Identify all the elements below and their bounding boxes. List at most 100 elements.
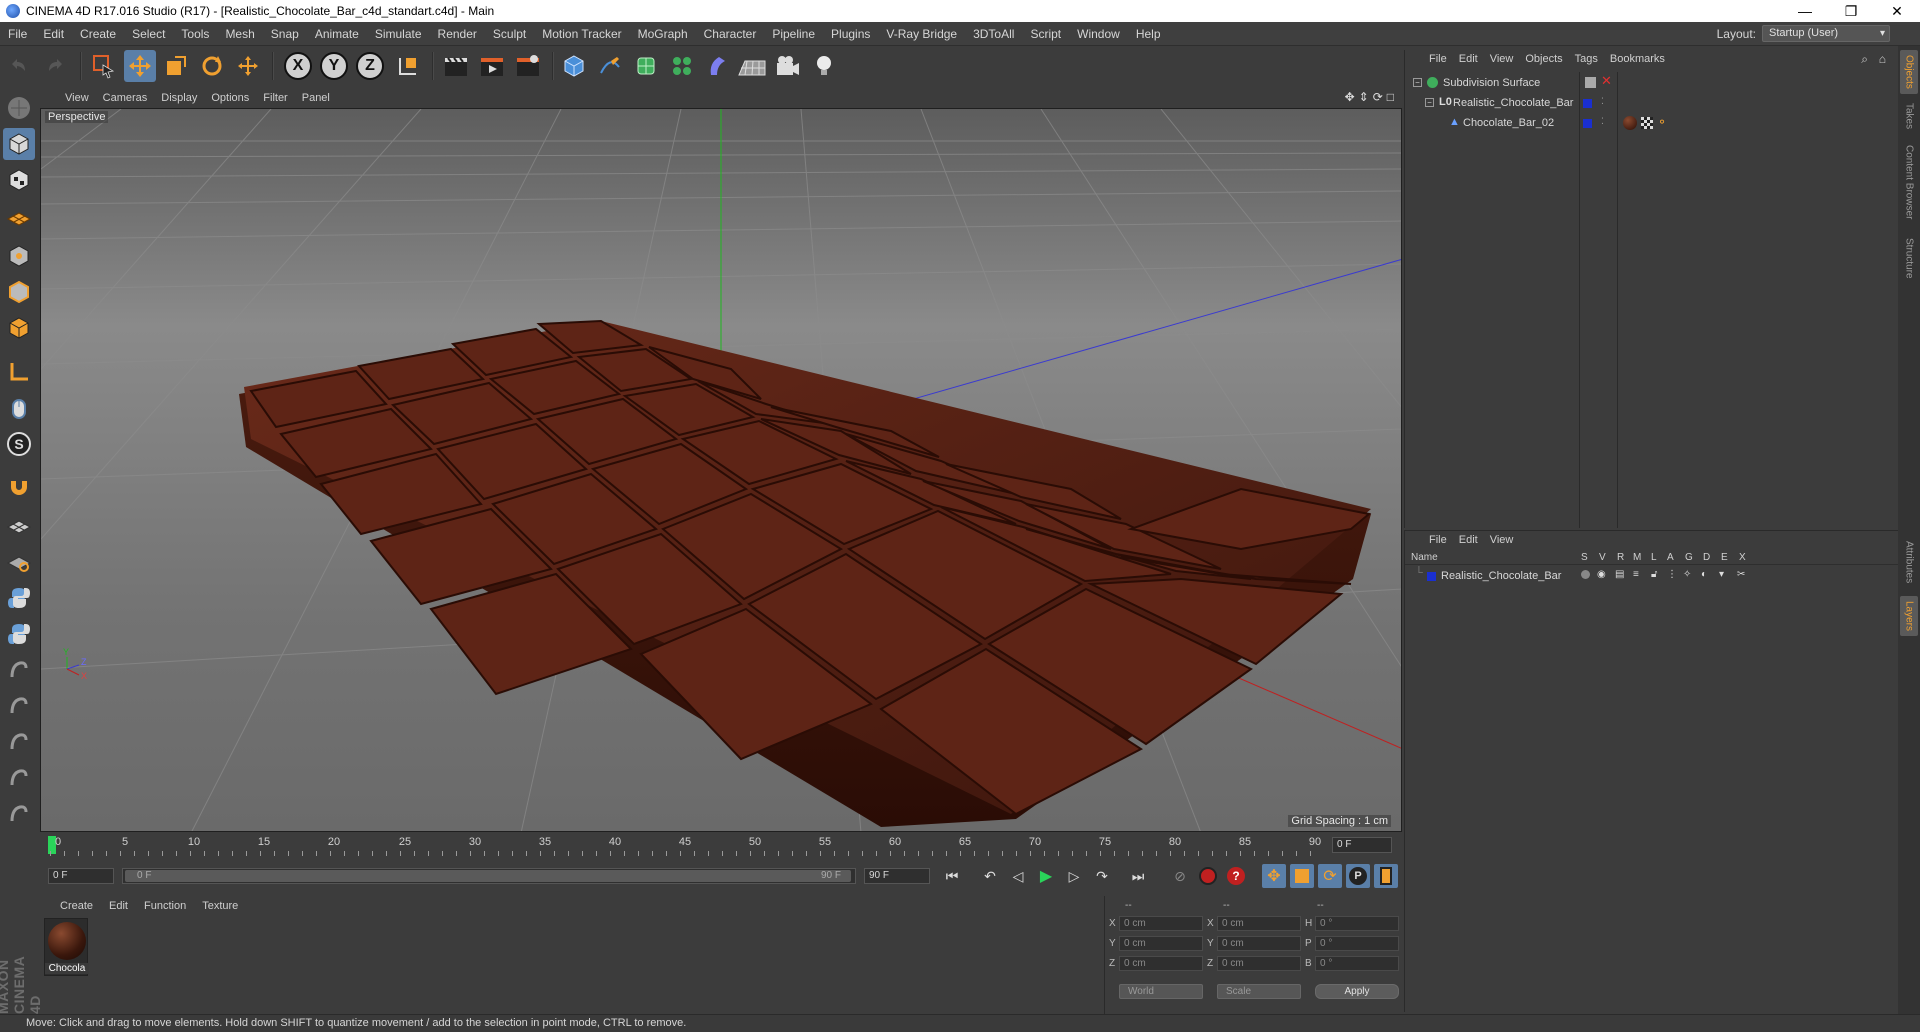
menu-script[interactable]: Script bbox=[1022, 27, 1069, 41]
menu-vray-bridge[interactable]: V-Ray Bridge bbox=[878, 27, 965, 41]
key-position-button[interactable]: ✥ bbox=[1262, 864, 1286, 888]
tab-content-browser[interactable]: Content Browser bbox=[1900, 138, 1918, 226]
object-search-icon[interactable]: ⌕ bbox=[1861, 52, 1868, 67]
material-swatch[interactable]: Chocola bbox=[44, 918, 89, 976]
layer-col-deformers[interactable]: D bbox=[1703, 552, 1710, 563]
viewport-dolly-icon[interactable]: ⇕ bbox=[1359, 90, 1369, 104]
object-home-icon[interactable]: ⌂ bbox=[1879, 52, 1886, 66]
menu-character[interactable]: Character bbox=[696, 27, 765, 41]
menu-3dtoall[interactable]: 3DToAll bbox=[965, 27, 1022, 41]
snap-button[interactable]: S bbox=[3, 428, 35, 460]
pos-y-field[interactable]: 0 cm bbox=[1119, 936, 1203, 951]
viewport-menu-view[interactable]: View bbox=[58, 92, 96, 104]
python-script-button-1[interactable] bbox=[3, 582, 35, 614]
tab-attributes[interactable]: Attributes bbox=[1900, 532, 1918, 592]
menu-mograph[interactable]: MoGraph bbox=[630, 27, 696, 41]
transform-tool-button[interactable] bbox=[232, 50, 264, 82]
floor-button[interactable] bbox=[736, 50, 768, 82]
uvw-tag-icon[interactable] bbox=[1641, 117, 1653, 129]
pos-x-field[interactable]: 0 cm bbox=[1119, 916, 1203, 931]
object-row[interactable]: ▲ Chocolate_Bar_02 ⁚ ⚬ bbox=[1405, 114, 1899, 133]
viewport-pan-icon[interactable]: ✥ bbox=[1345, 90, 1355, 104]
pos-z-field[interactable]: 0 cm bbox=[1119, 956, 1203, 971]
viewport-maximize-icon[interactable]: □ bbox=[1387, 90, 1394, 104]
key-parameter-button[interactable]: P bbox=[1346, 864, 1370, 888]
object-menu-file[interactable]: File bbox=[1423, 53, 1453, 65]
maximize-button[interactable]: ❐ bbox=[1828, 0, 1874, 22]
disabled-x-icon[interactable]: ✕ bbox=[1601, 73, 1612, 89]
layer-checker-icon[interactable] bbox=[1585, 77, 1596, 88]
timeline-window-button[interactable] bbox=[1374, 864, 1398, 888]
material-tag-icon[interactable] bbox=[1623, 116, 1637, 130]
cloner-button[interactable] bbox=[666, 50, 698, 82]
layer-col-animation[interactable]: A bbox=[1667, 552, 1674, 563]
motion-path-button[interactable]: ⊘ bbox=[1168, 864, 1192, 888]
layer-col-expressions[interactable]: E bbox=[1721, 552, 1728, 563]
script-tool-button-5[interactable] bbox=[3, 798, 35, 830]
light-button[interactable] bbox=[808, 50, 840, 82]
apply-button[interactable]: Apply bbox=[1315, 984, 1399, 999]
timeline-ruler[interactable]: 0 5 10 15 20 25 30 35 40 45 50 55 60 65 … bbox=[40, 834, 1402, 856]
material-menu-create[interactable]: Create bbox=[52, 900, 101, 912]
current-frame-field[interactable]: 0 F bbox=[1332, 837, 1392, 853]
menu-plugins[interactable]: Plugins bbox=[823, 27, 878, 41]
material-menu-function[interactable]: Function bbox=[136, 900, 194, 912]
record-keys-button[interactable] bbox=[1196, 864, 1220, 888]
menu-animate[interactable]: Animate bbox=[307, 27, 367, 41]
end-frame-field[interactable]: 90 F bbox=[864, 868, 930, 884]
viewport-menu-cameras[interactable]: Cameras bbox=[96, 92, 155, 104]
render-to-picture-viewer-button[interactable] bbox=[476, 50, 508, 82]
xref-icon[interactable]: ✂ bbox=[1737, 569, 1745, 580]
prev-frame-button[interactable]: ◁ bbox=[1006, 864, 1030, 888]
object-menu-bookmarks[interactable]: Bookmarks bbox=[1604, 53, 1671, 65]
menu-select[interactable]: Select bbox=[124, 27, 173, 41]
python-script-button-2[interactable] bbox=[3, 618, 35, 650]
magnet-button[interactable] bbox=[3, 474, 35, 506]
menu-snap[interactable]: Snap bbox=[263, 27, 307, 41]
menu-simulate[interactable]: Simulate bbox=[367, 27, 430, 41]
menu-tools[interactable]: Tools bbox=[173, 27, 217, 41]
tab-takes[interactable]: Takes bbox=[1900, 98, 1918, 134]
size-z-field[interactable]: 0 cm bbox=[1217, 956, 1301, 971]
coordinate-system-button[interactable] bbox=[392, 50, 424, 82]
object-row[interactable]: − L0 Realistic_Chocolate_Bar ⁚ bbox=[1405, 94, 1899, 113]
script-tool-button-4[interactable] bbox=[3, 762, 35, 794]
goto-start-button[interactable]: ⏮ bbox=[940, 864, 964, 888]
next-frame-button[interactable]: ▷ bbox=[1062, 864, 1086, 888]
object-menu-edit[interactable]: Edit bbox=[1453, 53, 1484, 65]
layer-color-swatch[interactable] bbox=[1583, 119, 1592, 128]
script-tool-button-1[interactable] bbox=[3, 654, 35, 686]
layer-menu-view[interactable]: View bbox=[1484, 534, 1520, 546]
move-tool-button[interactable] bbox=[124, 50, 156, 82]
tab-objects[interactable]: Objects bbox=[1900, 50, 1918, 94]
layer-col-xref[interactable]: X bbox=[1739, 552, 1746, 563]
key-rotation-button[interactable]: ⟳ bbox=[1318, 864, 1342, 888]
edges-mode-button[interactable] bbox=[3, 276, 35, 308]
pen-spline-button[interactable] bbox=[594, 50, 626, 82]
layer-row[interactable]: └ Realistic_Chocolate_Bar ◉ ▤ ≡ 🔓︎ ⋮ ✧ ◐… bbox=[1405, 567, 1899, 586]
rotate-tool-button[interactable] bbox=[196, 50, 228, 82]
menu-mesh[interactable]: Mesh bbox=[217, 27, 262, 41]
menu-pipeline[interactable]: Pipeline bbox=[764, 27, 823, 41]
next-key-button[interactable]: ↷ bbox=[1090, 864, 1114, 888]
menu-sculpt[interactable]: Sculpt bbox=[485, 27, 534, 41]
tab-layers[interactable]: Layers bbox=[1900, 596, 1918, 636]
layout-select[interactable]: Startup (User) bbox=[1762, 25, 1890, 42]
object-row[interactable]: − Subdivision Surface ✕ bbox=[1405, 73, 1899, 93]
tweak-mode-button[interactable] bbox=[3, 392, 35, 424]
viewport-menu-options[interactable]: Options bbox=[204, 92, 256, 104]
layer-color-swatch[interactable] bbox=[1427, 572, 1436, 581]
auto-key-button[interactable]: ? bbox=[1224, 864, 1248, 888]
size-x-field[interactable]: 0 cm bbox=[1217, 916, 1301, 931]
generator-icon[interactable]: ✧ bbox=[1683, 569, 1691, 580]
viewport-menu-display[interactable]: Display bbox=[154, 92, 204, 104]
render-settings-button[interactable] bbox=[512, 50, 544, 82]
solo-toggle-icon[interactable] bbox=[1581, 570, 1590, 579]
make-editable-button[interactable] bbox=[3, 92, 35, 124]
menu-window[interactable]: Window bbox=[1069, 27, 1128, 41]
camera-button[interactable] bbox=[772, 50, 804, 82]
frame-range-slider[interactable]: 0 F 90 F bbox=[122, 868, 856, 884]
menu-motion-tracker[interactable]: Motion Tracker bbox=[534, 27, 629, 41]
layer-menu-file[interactable]: File bbox=[1423, 534, 1453, 546]
script-tool-button-3[interactable] bbox=[3, 726, 35, 758]
